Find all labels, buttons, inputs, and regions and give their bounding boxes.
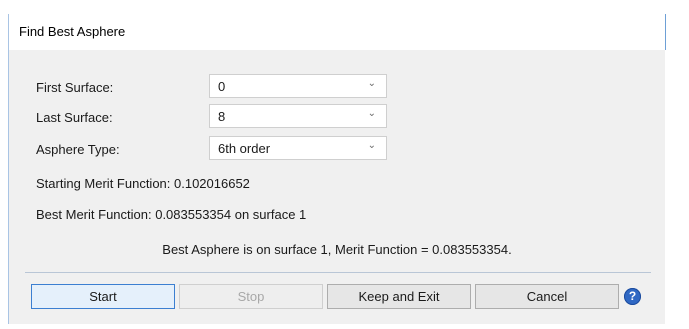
start-button[interactable]: Start xyxy=(31,284,175,309)
first-surface-label: First Surface: xyxy=(36,80,114,95)
last-surface-label: Last Surface: xyxy=(36,110,113,125)
best-merit-text: Best Merit Function: 0.083553354 on surf… xyxy=(36,207,307,222)
title-bar-edge xyxy=(665,14,666,50)
last-surface-dropdown[interactable]: 8 ⌄ xyxy=(209,104,387,128)
first-surface-dropdown[interactable]: 0 ⌄ xyxy=(209,74,387,98)
result-message: Best Asphere is on surface 1, Merit Func… xyxy=(162,242,512,257)
chevron-down-icon: ⌄ xyxy=(367,78,376,89)
chevron-down-icon: ⌄ xyxy=(367,140,376,151)
keep-and-exit-button[interactable]: Keep and Exit xyxy=(327,284,471,309)
help-icon[interactable]: ? xyxy=(624,288,641,305)
dialog-title: Find Best Asphere xyxy=(19,24,126,39)
title-bar: Find Best Asphere xyxy=(9,14,666,50)
cancel-button[interactable]: Cancel xyxy=(475,284,619,309)
asphere-type-dropdown[interactable]: 6th order ⌄ xyxy=(209,136,387,160)
last-surface-value: 8 xyxy=(218,109,226,124)
asphere-type-label: Asphere Type: xyxy=(36,142,120,157)
separator xyxy=(25,272,651,273)
asphere-type-value: 6th order xyxy=(218,141,271,156)
stop-button[interactable]: Stop xyxy=(179,284,323,309)
starting-merit-text: Starting Merit Function: 0.102016652 xyxy=(36,176,250,191)
chevron-down-icon: ⌄ xyxy=(367,108,376,119)
find-best-asphere-dialog: Find Best Asphere First Surface: 0 ⌄ Las… xyxy=(8,14,666,324)
first-surface-value: 0 xyxy=(218,79,226,94)
